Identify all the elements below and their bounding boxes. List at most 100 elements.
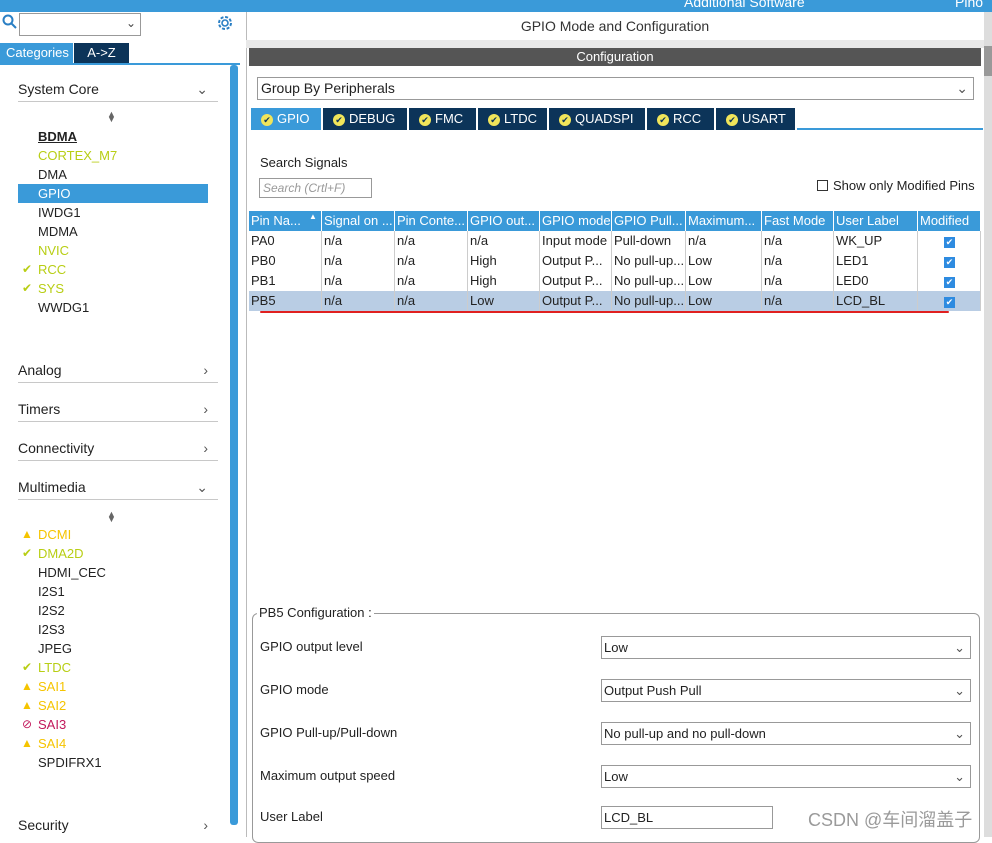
pb5-field-gpio-output-level[interactable]: Low ⌄ <box>601 636 971 659</box>
group-by-select[interactable]: Group By Peripherals ⌄ <box>257 77 974 100</box>
tab-fmc[interactable]: ✔ FMC <box>409 108 478 130</box>
tree-item-sai4[interactable]: ▲ SAI4 <box>18 734 208 753</box>
tab-debug[interactable]: ✔ DEBUG <box>323 108 409 130</box>
tree-item-label: SAI3 <box>38 717 67 732</box>
column-header[interactable]: Modified <box>918 211 981 231</box>
table-row[interactable]: PB1 n/a n/a High Output P... No pull-up... Low… <box>249 271 981 291</box>
tree-item-i2s1[interactable]: I2S1 <box>18 582 208 601</box>
tree-item-sai1[interactable]: ▲ SAI1 <box>18 677 208 696</box>
field-value: Low <box>604 769 628 784</box>
search-signals-input[interactable]: Search (Crtl+F) <box>259 178 372 198</box>
tree-item-cortex-m7[interactable]: CORTEX_M7 <box>18 146 208 165</box>
tab-label: LTDC <box>504 111 537 126</box>
group-connectivity[interactable]: Connectivity › <box>18 435 218 461</box>
show-only-modified-checkbox[interactable]: Show only Modified Pins <box>817 178 975 193</box>
warning-icon: ▲ <box>21 527 33 541</box>
table-row[interactable]: PB5 n/a n/a Low Output P... No pull-up... Low n… <box>249 291 981 311</box>
pinout-tab[interactable]: Pino <box>955 0 983 10</box>
table-cell: PB5 <box>249 291 322 311</box>
additional-software-tab[interactable]: Additional Software <box>684 0 805 10</box>
table-cell: LED0 <box>834 271 918 291</box>
pb5-field-gpio-mode[interactable]: Output Push Pull ⌄ <box>601 679 971 702</box>
tree-item-label: CORTEX_M7 <box>38 148 118 163</box>
sort-asc-icon: ▲ <box>309 212 317 221</box>
tree-item-dma[interactable]: DMA <box>18 165 208 184</box>
search-icon[interactable] <box>2 14 18 33</box>
tree-item-label: I2S1 <box>38 584 65 599</box>
tree-item-label: IWDG1 <box>38 205 81 220</box>
pb5-field-gpio-pull-up-pull-down[interactable]: No pull-up and no pull-down ⌄ <box>601 722 971 745</box>
group-multimedia[interactable]: Multimedia ⌄ <box>18 474 218 500</box>
column-header[interactable]: Signal on ... <box>322 211 395 231</box>
column-header[interactable]: User Label <box>834 211 918 231</box>
field-value: Output Push Pull <box>604 683 702 698</box>
table-cell: n/a <box>322 231 395 251</box>
column-header[interactable]: Fast Mode <box>762 211 834 231</box>
table-row[interactable]: PB0 n/a n/a High Output P... No pull-up... Low… <box>249 251 981 271</box>
tree-item-rcc[interactable]: ✔ RCC <box>18 260 208 279</box>
column-header[interactable]: Maximum... <box>686 211 762 231</box>
check-icon: ✔ <box>333 113 345 126</box>
table-cell: ✔ <box>918 291 981 311</box>
column-header[interactable]: GPIO mode <box>540 211 612 231</box>
group-label: Connectivity <box>18 440 95 456</box>
sort-icon[interactable]: ▲ ▼ <box>107 510 116 524</box>
panel-separator[interactable] <box>246 40 984 48</box>
table-cell: Output P... <box>540 251 612 271</box>
chevron-down-icon: ⌄ <box>956 80 968 96</box>
check-icon: ✔ <box>261 113 273 126</box>
red-underline-annotation <box>260 311 949 313</box>
tab-a-to-z[interactable]: A->Z <box>74 43 129 63</box>
tab-rcc[interactable]: ✔ RCC <box>647 108 716 130</box>
tree-item-jpeg[interactable]: JPEG <box>18 639 208 658</box>
tree-item-hdmi-cec[interactable]: HDMI_CEC <box>18 563 208 582</box>
right-scrollbar[interactable] <box>984 12 992 837</box>
tree-item-sai3[interactable]: ⊘ SAI3 <box>18 715 208 734</box>
table-cell: n/a <box>762 251 834 271</box>
pb5-field-maximum-output-speed[interactable]: Low ⌄ <box>601 765 971 788</box>
tree-item-wwdg1[interactable]: WWDG1 <box>18 298 208 317</box>
tree-item-sai2[interactable]: ▲ SAI2 <box>18 696 208 715</box>
checked-icon: ✔ <box>944 257 955 268</box>
table-cell: Low <box>468 291 540 311</box>
pb5-field-user-label[interactable]: LCD_BL <box>601 806 773 829</box>
tree-item-spdifrx1[interactable]: SPDIFRX1 <box>18 753 208 772</box>
table-cell: No pull-up... <box>612 271 686 291</box>
tree-item-mdma[interactable]: MDMA <box>18 222 208 241</box>
column-header[interactable]: Pin Conte... <box>395 211 468 231</box>
chevron-right-icon: › <box>203 362 208 378</box>
tab-label: USART <box>742 111 786 126</box>
category-search-combo[interactable]: ⌄ <box>19 13 141 36</box>
tree-item-gpio[interactable]: GPIO <box>18 184 208 203</box>
tree-item-dcmi[interactable]: ▲ DCMI <box>18 525 208 544</box>
tree-item-sys[interactable]: ✔ SYS <box>18 279 208 298</box>
tab-quadspi[interactable]: ✔ QUADSPI <box>549 108 647 130</box>
configuration-header: Configuration <box>249 48 981 66</box>
tree-item-nvic[interactable]: NVIC <box>18 241 208 260</box>
column-header[interactable]: GPIO Pull... <box>612 211 686 231</box>
tab-ltdc[interactable]: ✔ LTDC <box>478 108 549 130</box>
left-scrollbar[interactable] <box>230 65 238 825</box>
table-cell: High <box>468 251 540 271</box>
group-timers[interactable]: Timers › <box>18 396 218 422</box>
tree-item-bdma[interactable]: BDMA <box>18 127 208 146</box>
group-analog[interactable]: Analog › <box>18 357 218 383</box>
tab-categories[interactable]: Categories <box>0 43 73 63</box>
sort-icon[interactable]: ▲ ▼ <box>107 110 116 124</box>
group-system-core[interactable]: System Core ⌄ <box>18 76 218 102</box>
tree-item-iwdg1[interactable]: IWDG1 <box>18 203 208 222</box>
tree-item-i2s3[interactable]: I2S3 <box>18 620 208 639</box>
tab-gpio[interactable]: ✔ GPIO <box>251 108 323 130</box>
column-header[interactable]: GPIO out... <box>468 211 540 231</box>
checked-icon: ✔ <box>944 237 955 248</box>
tab-usart[interactable]: ✔ USART <box>716 108 797 130</box>
table-row[interactable]: PA0 n/a n/a n/a Input mode Pull-down n/a n/a WK_… <box>249 231 981 251</box>
table-cell: Output P... <box>540 291 612 311</box>
tree-item-i2s2[interactable]: I2S2 <box>18 601 208 620</box>
group-security[interactable]: Security › <box>18 812 218 838</box>
gear-icon[interactable] <box>216 14 234 35</box>
warning-icon: ▲ <box>21 736 33 750</box>
tree-item-dma2d[interactable]: ✔ DMA2D <box>18 544 208 563</box>
tree-item-ltdc[interactable]: ✔ LTDC <box>18 658 208 677</box>
scrollbar-thumb[interactable] <box>984 46 992 76</box>
